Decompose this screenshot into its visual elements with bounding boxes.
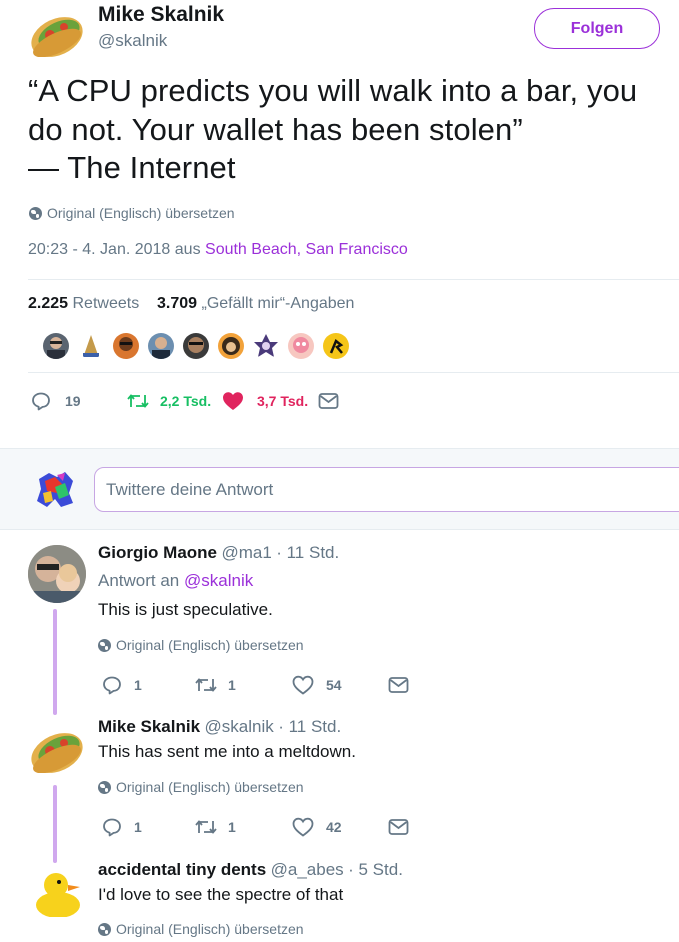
translate-link[interactable]: Original (Englisch) übersetzen [98, 921, 304, 937]
timestamp-text: 20:23 - 4. Jan. 2018 aus [28, 241, 206, 258]
reply-placeholder: Twittere deine Antwort [106, 479, 274, 499]
reply-author-handle[interactable]: @ma1 [221, 543, 271, 562]
direct-message-action[interactable] [318, 392, 339, 410]
taco-avatar-image [31, 17, 83, 58]
globe-icon [98, 922, 111, 936]
liker-avatar[interactable] [78, 333, 104, 359]
author-avatar[interactable] [28, 7, 86, 58]
liker-avatar[interactable] [43, 333, 69, 359]
retweet-action[interactable]: 2,2 Tsd. [126, 391, 211, 411]
retweet-count: 2,2 Tsd. [160, 393, 212, 409]
reply-header: Mike Skalnik @skalnik · 11 Std. [98, 717, 341, 737]
reply-input[interactable]: Twittere deine Antwort [94, 467, 679, 512]
reply-time[interactable]: · 11 Std. [276, 543, 339, 562]
tweet-stats: 2.225 Retweets 3.709 „Gefällt mir“-Angab… [28, 295, 354, 313]
thread-connector [53, 785, 57, 863]
liker-avatar[interactable] [288, 333, 314, 359]
translate-label: Original (Englisch) übersetzen [47, 205, 235, 221]
rubber-duck-image [30, 873, 84, 923]
reply-text: I'd love to see the spectre of that [98, 885, 344, 904]
reply-author-handle[interactable]: @skalnik [205, 717, 274, 736]
author-name[interactable]: Mike Skalnik [98, 3, 224, 27]
reply-time[interactable]: · 11 Std. [278, 717, 341, 736]
liker-avatar[interactable] [218, 333, 244, 359]
reply-tweet[interactable]: accidental tiny dents @a_abes · 5 Std. I… [0, 853, 679, 942]
retweet-icon [195, 820, 217, 834]
reply-tweet[interactable]: Giorgio Maone @ma1 · 11 Std. Antwort an … [0, 531, 679, 715]
reply-avatar[interactable] [28, 865, 86, 923]
reply-header: Giorgio Maone @ma1 · 11 Std. [98, 543, 339, 563]
like-count: 42 [326, 819, 342, 835]
reply-author-name[interactable]: Mike Skalnik [98, 717, 200, 736]
composer-section: Twittere deine Antwort [0, 448, 679, 530]
like-count: 3,7 Tsd. [257, 393, 309, 409]
reply-to-link[interactable]: @skalnik [184, 571, 253, 590]
translate-link[interactable]: Original (Englisch) übersetzen [98, 779, 304, 795]
reply-author-name[interactable]: Giorgio Maone [98, 543, 217, 562]
translate-link[interactable]: Original (Englisch) übersetzen [98, 637, 304, 653]
liker-avatar[interactable] [253, 333, 279, 359]
author-handle[interactable]: @skalnik [98, 31, 167, 51]
location-link[interactable]: South Beach, San Francisco [205, 241, 408, 258]
tweet-timestamp: 20:23 - 4. Jan. 2018 aus South Beach, Sa… [28, 241, 408, 259]
reply-action[interactable]: 19 [31, 391, 81, 411]
reply-author-handle[interactable]: @a_abes [271, 860, 344, 879]
like-action[interactable]: 42 [292, 817, 342, 837]
envelope-icon [318, 393, 339, 409]
reply-count: 1 [134, 677, 142, 693]
likes-stat[interactable]: 3.709 „Gefällt mir“-Angaben [157, 295, 354, 312]
heart-icon [292, 817, 314, 837]
retweet-count: 1 [228, 819, 236, 835]
heart-icon [223, 392, 243, 410]
liker-avatar[interactable] [183, 333, 209, 359]
reply-text: This is just speculative. [98, 600, 273, 619]
reply-action[interactable]: 1 [102, 817, 142, 837]
globe-icon [98, 780, 111, 794]
liker-avatar[interactable] [113, 333, 139, 359]
reply-avatar[interactable] [28, 545, 86, 603]
globe-icon [98, 638, 111, 652]
retweet-icon [127, 394, 149, 408]
translate-link[interactable]: Original (Englisch) übersetzen [29, 205, 235, 221]
like-count: 54 [326, 677, 342, 693]
direct-message-action[interactable] [388, 676, 409, 694]
reply-header: accidental tiny dents @a_abes · 5 Std. [98, 860, 403, 880]
direct-message-action[interactable] [388, 818, 409, 836]
reply-icon [103, 818, 121, 837]
like-action[interactable]: 54 [292, 675, 342, 695]
globe-icon [29, 206, 42, 220]
liker-avatar[interactable] [148, 333, 174, 359]
retweet-icon [195, 678, 217, 692]
reply-time[interactable]: · 5 Std. [348, 860, 403, 879]
retweet-action[interactable]: 1 [194, 817, 236, 837]
heart-icon [292, 675, 314, 695]
reply-tweet[interactable]: Mike Skalnik @skalnik · 11 Std. This has… [0, 705, 679, 863]
retweet-action[interactable]: 1 [194, 675, 236, 695]
envelope-icon [388, 819, 409, 835]
thread-connector [53, 609, 57, 715]
divider [28, 372, 679, 373]
reply-icon [32, 392, 50, 411]
reply-text: This has sent me into a meltdown. [98, 742, 356, 761]
reply-to-line: Antwort an @skalnik [98, 571, 254, 590]
liker-avatar[interactable] [323, 333, 349, 359]
envelope-icon [388, 677, 409, 693]
divider [28, 279, 679, 280]
reply-count: 19 [65, 393, 81, 409]
reply-icon [103, 676, 121, 695]
reply-action[interactable]: 1 [102, 675, 142, 695]
reply-avatar[interactable] [28, 723, 86, 774]
person-photo-image [28, 545, 86, 603]
retweet-count: 1 [228, 677, 236, 693]
taco-avatar-image [31, 733, 83, 774]
retweets-stat[interactable]: 2.225 Retweets [28, 295, 139, 312]
current-user-avatar [35, 471, 75, 509]
tweet-text: “A CPU predicts you will walk into a bar… [28, 73, 638, 185]
reply-count: 1 [134, 819, 142, 835]
follow-button[interactable]: Folgen [534, 8, 660, 49]
like-action[interactable]: 3,7 Tsd. [222, 391, 308, 411]
reply-author-name[interactable]: accidental tiny dents [98, 860, 266, 879]
